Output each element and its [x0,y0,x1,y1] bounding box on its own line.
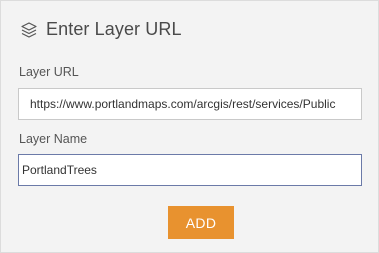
layer-url-label: Layer URL [19,65,79,79]
layer-name-label: Layer Name [19,132,88,146]
layer-name-input[interactable] [18,154,362,186]
add-button[interactable]: ADD [168,206,234,239]
layer-url-input[interactable] [18,88,362,120]
add-layer-panel: Enter Layer URL Layer URL Layer Name ADD [0,0,379,253]
panel-title: Enter Layer URL [46,19,182,39]
panel-header: Enter Layer URL [20,19,182,40]
layers-icon [20,21,38,39]
